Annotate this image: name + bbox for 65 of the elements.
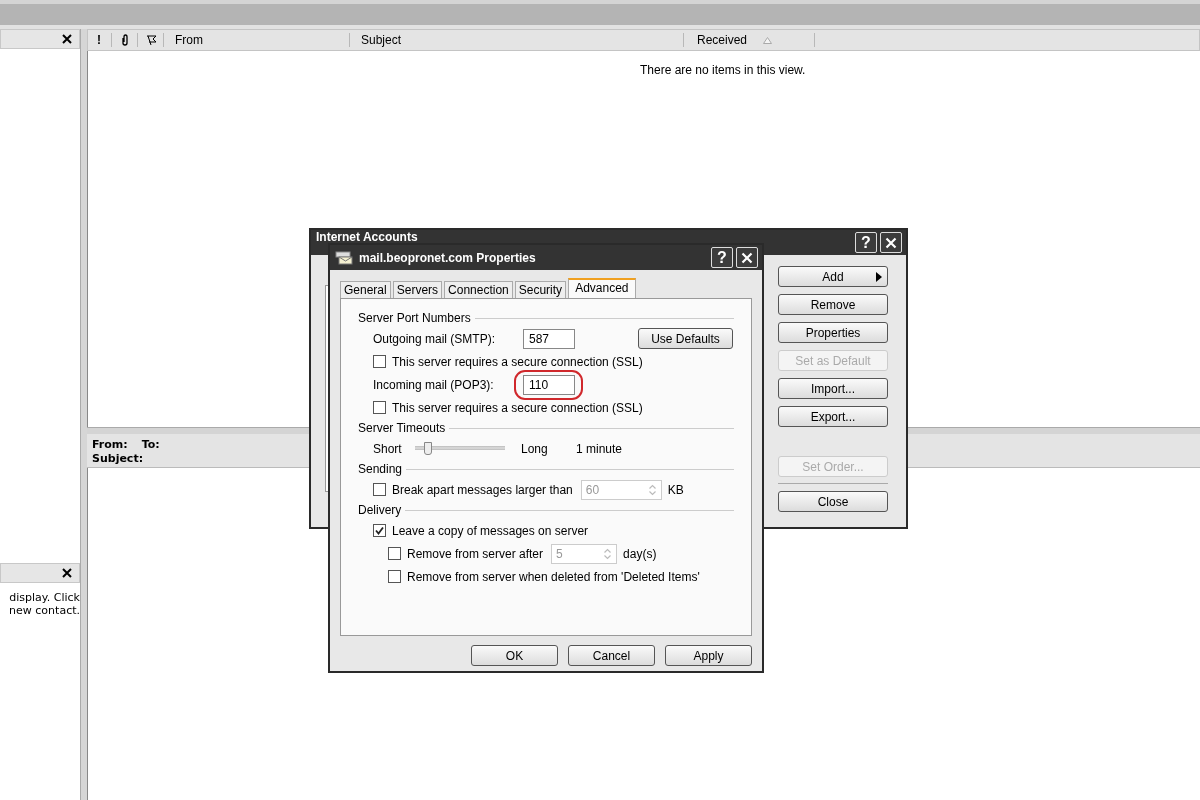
spin-arrows-icon (603, 546, 613, 561)
timeout-value: 1 minute (576, 441, 623, 456)
use-defaults-button[interactable]: Use Defaults (638, 328, 733, 349)
checkbox-label[interactable]: This server requires a secure connection (SSL) (392, 400, 643, 415)
close-icon[interactable] (62, 568, 72, 578)
field-label: Incoming mail (POP3): (373, 377, 495, 392)
unit-label: day(s) (623, 546, 657, 561)
checkmark-icon (375, 526, 384, 535)
dialog-button[interactable]: Cancel (568, 645, 655, 666)
checkbox-label[interactable]: Remove from server when deleted from 'Deleted Items' (407, 569, 700, 584)
importance-column-header[interactable]: ! (97, 33, 101, 47)
dialog-button[interactable]: Apply (665, 645, 752, 666)
mail-server-icon (335, 250, 353, 265)
close-button[interactable] (736, 247, 758, 268)
empty-list-message: There are no items in this view. (640, 63, 806, 77)
section-title: Server Timeouts (358, 421, 446, 435)
close-icon[interactable] (62, 34, 72, 44)
tab[interactable]: Connection (444, 281, 513, 298)
dialog-button[interactable]: Import... (778, 378, 888, 399)
slider-max-label: Long (521, 441, 549, 456)
dialog-button[interactable]: Properties (778, 322, 888, 343)
port-input[interactable]: 587 (523, 328, 575, 349)
dialog-button[interactable]: Remove (778, 294, 888, 315)
dialog-button[interactable]: Add (778, 266, 888, 287)
port-input[interactable]: 110 (523, 374, 575, 395)
column-header[interactable]: From (175, 33, 203, 47)
dialog-button[interactable]: Export... (778, 406, 888, 427)
help-button[interactable]: ? (711, 247, 733, 268)
column-header[interactable]: Subject (361, 33, 402, 47)
window-title: Internet Accounts (316, 230, 419, 244)
dialog-button[interactable]: OK (471, 645, 558, 666)
tab[interactable]: Servers (392, 281, 443, 298)
sort-arrow-icon (763, 36, 773, 44)
section-title: Delivery (358, 503, 402, 517)
contacts-hint-text: display. Click (9, 591, 80, 604)
help-button[interactable]: ? (855, 232, 877, 253)
to-label: To: (141, 438, 160, 452)
checkbox[interactable] (388, 570, 401, 583)
section-title: Server Port Numbers (358, 311, 471, 325)
unit-label: KB (667, 482, 684, 497)
checkbox[interactable] (373, 401, 386, 414)
slider-thumb[interactable] (424, 442, 432, 455)
from-label: From: (92, 438, 128, 452)
field-label: Outgoing mail (SMTP): (373, 331, 497, 346)
tab[interactable]: Security (514, 281, 567, 298)
close-icon (885, 236, 897, 249)
tab[interactable]: General (340, 281, 391, 298)
spin-arrows-icon (647, 482, 657, 497)
tab[interactable]: Advanced (568, 278, 636, 298)
subject-label: Subject: (92, 452, 144, 466)
checkbox-label[interactable]: Leave a copy of messages on server (392, 523, 589, 538)
section-title: Sending (358, 462, 403, 476)
paperclip-icon[interactable] (121, 34, 129, 46)
close-button[interactable]: Close (778, 491, 888, 512)
close-icon (741, 251, 753, 264)
column-header[interactable]: Received (697, 33, 773, 47)
caret-icon (876, 272, 882, 282)
slider-min-label: Short (373, 441, 403, 456)
checkbox[interactable] (373, 524, 386, 537)
checkbox[interactable] (373, 355, 386, 368)
window-title: mail.beopronet.com Properties (359, 250, 537, 265)
flag-icon[interactable] (146, 34, 157, 46)
close-button[interactable] (880, 232, 902, 253)
contacts-hint-text: new contact. (9, 604, 80, 617)
checkbox-label[interactable]: This server requires a secure connection (SSL) (392, 354, 643, 369)
